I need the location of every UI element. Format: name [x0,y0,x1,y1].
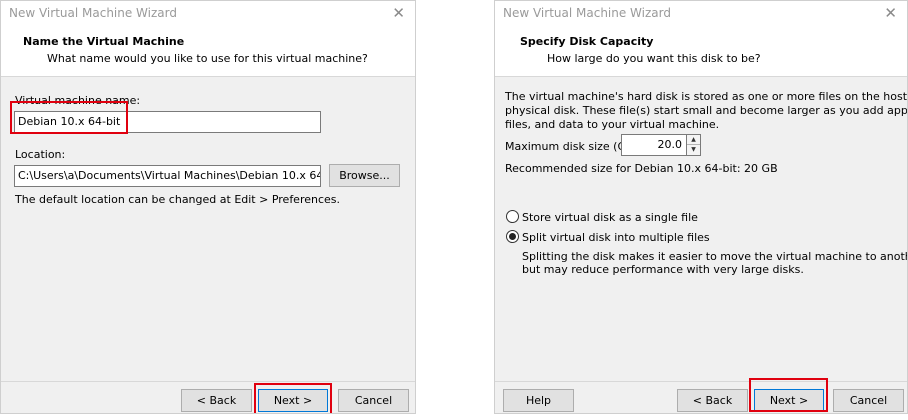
wizard-header: Name the Virtual Machine What name would… [1,27,415,77]
split-description-line-2: but may reduce performance with very lar… [522,263,804,276]
footer-divider [495,381,907,382]
header-title: Specify Disk Capacity [520,35,654,48]
max-disk-size-input[interactable]: 20.0 [621,134,687,156]
recommended-size-text: Recommended size for Debian 10.x 64-bit:… [505,162,778,175]
vm-name-highlight [10,101,128,134]
title-bar: New Virtual Machine Wizard ✕ [1,1,415,27]
wizard-header: Specify Disk Capacity How large do you w… [495,27,907,77]
browse-button[interactable]: Browse... [329,164,400,187]
chevron-down-icon[interactable]: ▼ [687,145,700,155]
single-file-radio[interactable] [506,210,519,223]
help-button[interactable]: Help [503,389,574,412]
chevron-up-icon[interactable]: ▲ [687,135,700,145]
disk-description-line-1: The virtual machine's hard disk is store… [505,90,908,103]
header-title: Name the Virtual Machine [23,35,185,48]
next-button-highlight [749,378,828,412]
location-label: Location: [15,148,66,161]
header-subtitle: What name would you like to use for this… [47,52,368,65]
radio-selected-dot [509,233,516,240]
close-icon[interactable]: ✕ [884,4,897,22]
split-description-line-1: Splitting the disk makes it easier to mo… [522,250,907,263]
single-file-label[interactable]: Store virtual disk as a single file [522,211,698,224]
close-icon[interactable]: ✕ [392,4,405,22]
back-button[interactable]: < Back [181,389,252,412]
title-bar: New Virtual Machine Wizard ✕ [495,1,907,27]
cancel-button[interactable]: Cancel [338,389,409,412]
window-title: New Virtual Machine Wizard [503,6,671,20]
disk-description-line-2: physical disk. These file(s) start small… [505,104,908,117]
window-title: New Virtual Machine Wizard [9,6,177,20]
split-files-radio[interactable] [506,230,519,243]
split-files-label[interactable]: Split virtual disk into multiple files [522,231,710,244]
max-disk-size-stepper[interactable]: 20.0 ▲ ▼ [621,134,703,156]
cancel-button[interactable]: Cancel [833,389,904,412]
new-vm-wizard-name-dialog: New Virtual Machine Wizard ✕ Name the Vi… [0,0,416,414]
default-location-hint: The default location can be changed at E… [15,193,341,206]
header-subtitle: How large do you want this disk to be? [547,52,761,65]
next-button-highlight [254,383,332,413]
stepper-arrows[interactable]: ▲ ▼ [687,134,701,156]
location-input[interactable]: C:\Users\a\Documents\Virtual Machines\De… [14,165,321,187]
footer-divider [1,381,415,382]
new-vm-wizard-disk-dialog: New Virtual Machine Wizard ✕ Specify Dis… [494,0,908,414]
back-button[interactable]: < Back [677,389,748,412]
disk-description-line-3: files, and data to your virtual machine. [505,118,720,131]
